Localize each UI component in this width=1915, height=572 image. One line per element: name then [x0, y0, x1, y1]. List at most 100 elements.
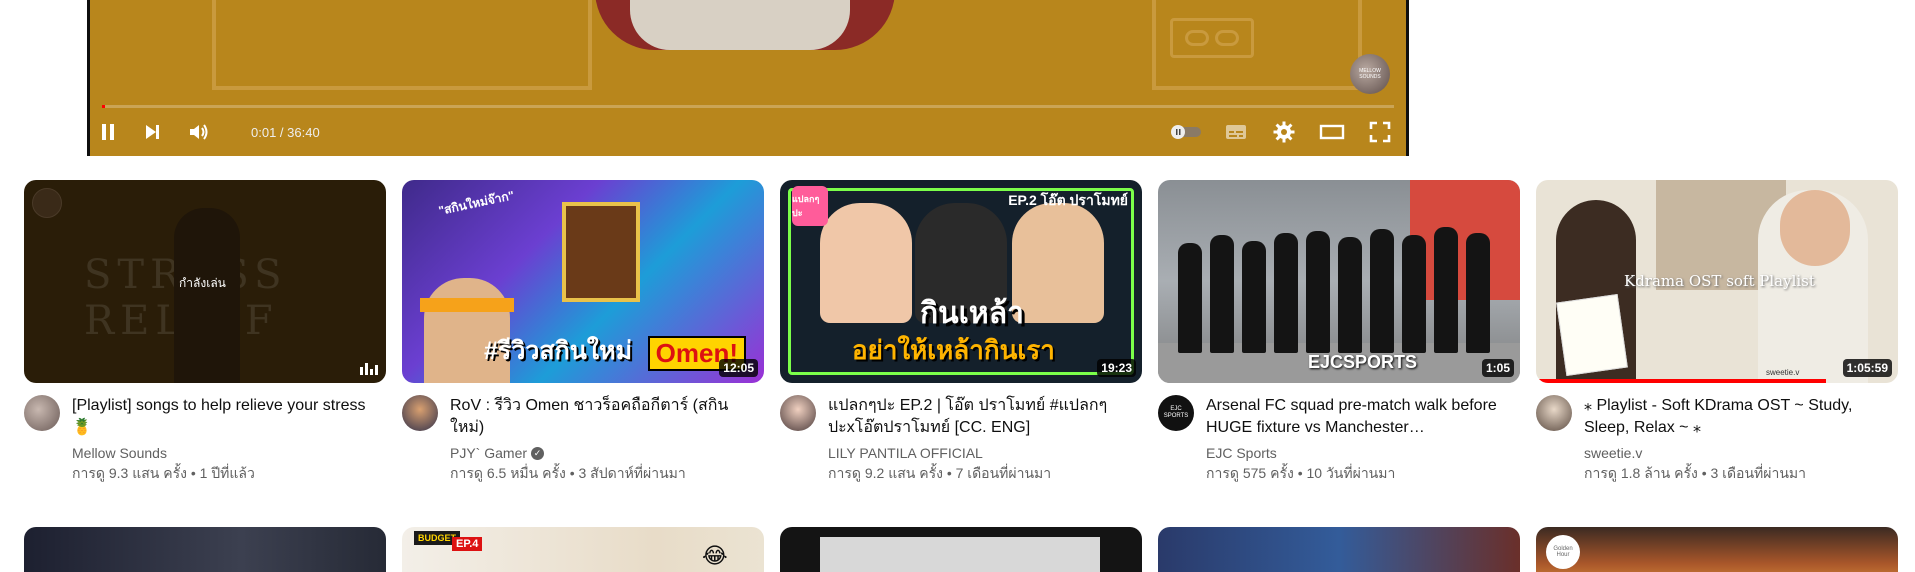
video-info: [Playlist] songs to help relieve your st…: [72, 395, 378, 483]
video-thumbnail[interactable]: แปลกๆปะ EP.2 โอ๊ต ปราโมทย์ กินเหล้า อย่า…: [780, 180, 1142, 383]
thumbnail-person: [1012, 203, 1104, 323]
video-meta: RoV : รีวิว Omen ชาวร็อคถือกีตาร์ (สกินใ…: [402, 395, 764, 485]
channel-name[interactable]: LILY PANTILA OFFICIAL: [828, 443, 1134, 463]
mute-button[interactable]: [182, 116, 216, 148]
video-info: ⁎ Playlist - Soft KDrama OST ~ Study, Sl…: [1584, 395, 1890, 483]
progress-fill: [102, 105, 105, 108]
now-playing-icon: [360, 363, 378, 375]
video-thumbnail[interactable]: EJCSPORTS 1:05: [1158, 180, 1520, 383]
video-title[interactable]: RoV : รีวิว Omen ชาวร็อคถือกีตาร์ (สกินใ…: [450, 395, 756, 439]
video-player[interactable]: MELLOW SOUNDS 0:01 / 36:40: [87, 0, 1409, 156]
video-stats: การดู 9.3 แสน ครั้ง • 1 ปีที่แล้ว: [72, 465, 255, 481]
video-thumbnail[interactable]: "สกินใหม่จ๊าก" #รีวิวสกินใหม่ Omen! 12:0…: [402, 180, 764, 383]
pause-icon: [102, 124, 114, 140]
channel-name[interactable]: PJY` Gamer ✓: [450, 443, 756, 463]
channel-name[interactable]: sweetie.v: [1584, 443, 1890, 463]
channel-watermark[interactable]: MELLOW SOUNDS: [1350, 54, 1390, 94]
next-icon: [146, 125, 159, 139]
video-thumbnail[interactable]: [780, 527, 1142, 572]
theater-mode-button[interactable]: [1314, 116, 1350, 148]
video-figure-shirt: [630, 0, 850, 50]
video-thumbnail[interactable]: Kdrama OST soft Playlist sweetie.v 1:05:…: [1536, 180, 1898, 383]
channel-avatar[interactable]: EJC SPORTS: [1158, 395, 1194, 431]
video-duration: 1:05:59: [1842, 359, 1892, 377]
thumbnail-tag: "สกินใหม่จ๊าก": [437, 188, 516, 218]
player-controls: 0:01 / 36:40: [90, 116, 1406, 148]
channel-avatar[interactable]: [1536, 395, 1572, 431]
settings-button[interactable]: [1266, 116, 1302, 148]
video-thumbnail[interactable]: Golden Hour: [1536, 527, 1898, 572]
video-decoration: [212, 0, 592, 90]
fullscreen-icon: [1369, 121, 1391, 143]
video-title[interactable]: ⁎ Playlist - Soft KDrama OST ~ Study, Sl…: [1584, 395, 1890, 439]
video-title[interactable]: Arsenal FC squad pre-match walk before H…: [1206, 395, 1512, 439]
video-card[interactable]: STRESS RELIEF กำลังเล่น [Playlist] songs…: [24, 180, 386, 485]
theater-mode-icon: [1319, 124, 1345, 140]
thumbnail-logo: แปลกๆปะ: [792, 186, 828, 226]
thumbnail-headband: [420, 298, 514, 312]
cassette-icon: [1170, 18, 1254, 58]
autoplay-toggle-icon: [1171, 125, 1201, 139]
video-thumbnail[interactable]: [1158, 527, 1520, 572]
video-card[interactable]: Kdrama OST soft Playlist sweetie.v 1:05:…: [1536, 180, 1898, 485]
thumbnail-person: [1178, 243, 1202, 353]
thumbnail-watermark: sweetie.v: [1766, 368, 1800, 377]
thumbnail-person: [1402, 235, 1426, 353]
subtitles-button[interactable]: [1218, 116, 1254, 148]
thumbnail-text: #รีวิวสกินใหม่: [484, 337, 633, 365]
video-card[interactable]: EJCSPORTS 1:05 EJC SPORTS Arsenal FC squ…: [1158, 180, 1520, 485]
thumbnail-person: [1274, 233, 1298, 353]
video-meta: แปลกๆปะ EP.2 | โอ๊ต ปราโมทย์ #แปลกๆปะxโอ…: [780, 395, 1142, 485]
thumbnail-card-art: [562, 202, 640, 302]
video-stats: การดู 9.2 แสน ครั้ง • 7 เดือนที่ผ่านมา: [828, 465, 1052, 481]
channel-name[interactable]: Mellow Sounds: [72, 443, 378, 463]
now-playing-label: กำลังเล่น: [179, 276, 226, 290]
progress-bar[interactable]: [102, 105, 1394, 108]
video-frame[interactable]: MELLOW SOUNDS 0:01 / 36:40: [90, 0, 1406, 156]
thumbnail-text: Kdrama OST soft Playlist: [1624, 272, 1815, 290]
video-meta: [Playlist] songs to help relieve your st…: [24, 395, 386, 485]
fullscreen-button[interactable]: [1362, 116, 1398, 148]
thumbnail-person: [1338, 237, 1362, 353]
thumbnail-logo: Golden Hour: [1546, 535, 1580, 569]
video-thumbnail[interactable]: STRESS RELIEF กำลังเล่น: [24, 180, 386, 383]
video-card[interactable]: แปลกๆปะ EP.2 โอ๊ต ปราโมทย์ กินเหล้า อย่า…: [780, 180, 1142, 485]
video-thumbnail[interactable]: BUDGET EP.4 😂: [402, 527, 764, 572]
emoji-icon: 😂: [702, 543, 728, 568]
thumbnail-person: [820, 203, 912, 323]
thumbnail-person: [1306, 231, 1330, 353]
autoplay-toggle[interactable]: [1166, 116, 1206, 148]
next-button[interactable]: [136, 116, 168, 148]
video-title[interactable]: [Playlist] songs to help relieve your st…: [72, 395, 378, 439]
thumbnail-person-head: [1780, 190, 1850, 266]
video-meta: EJC SPORTS Arsenal FC squad pre-match wa…: [1158, 395, 1520, 485]
gear-icon: [1273, 121, 1295, 143]
thumbnail-episode: EP.2 โอ๊ต ปราโมทย์: [1008, 192, 1128, 208]
video-duration: 1:05: [1481, 359, 1514, 377]
channel-name[interactable]: EJC Sports: [1206, 443, 1512, 463]
video-stats: การดู 575 ครั้ง • 10 วันที่ผ่านมา: [1206, 465, 1396, 481]
video-thumbnail[interactable]: [24, 527, 386, 572]
thumbnail-episode: EP.4: [452, 537, 483, 551]
subtitles-icon: [1226, 125, 1246, 139]
video-info: Arsenal FC squad pre-match walk before H…: [1206, 395, 1512, 483]
thumbnail-logo: [32, 188, 62, 218]
channel-avatar[interactable]: [402, 395, 438, 431]
channel-avatar[interactable]: [24, 395, 60, 431]
watch-progress-bar: [1536, 379, 1826, 383]
time-display: 0:01 / 36:40: [251, 125, 320, 140]
thumbnail-person: [1242, 241, 1266, 353]
thumbnail-frame: [820, 537, 1100, 572]
channel-avatar[interactable]: [780, 395, 816, 431]
verified-icon: ✓: [531, 446, 545, 460]
video-stats: การดู 6.5 หมื่น ครั้ง • 3 สัปดาห์ที่ผ่าน…: [450, 465, 686, 481]
thumbnail-person: [1210, 235, 1234, 353]
video-title[interactable]: แปลกๆปะ EP.2 | โอ๊ต ปราโมทย์ #แปลกๆปะxโอ…: [828, 395, 1134, 439]
video-stats: การดู 1.8 ล้าน ครั้ง • 3 เดือนที่ผ่านมา: [1584, 465, 1806, 481]
thumbnail-person: [1466, 233, 1490, 353]
thumbnail-text: EJCSPORTS: [1308, 352, 1418, 372]
video-card[interactable]: "สกินใหม่จ๊าก" #รีวิวสกินใหม่ Omen! 12:0…: [402, 180, 764, 485]
pause-button[interactable]: [92, 116, 124, 148]
thumbnail-text-secondary: อย่าให้เหล้ากินเรา: [852, 335, 1055, 365]
video-meta: ⁎ Playlist - Soft KDrama OST ~ Study, Sl…: [1536, 395, 1898, 485]
